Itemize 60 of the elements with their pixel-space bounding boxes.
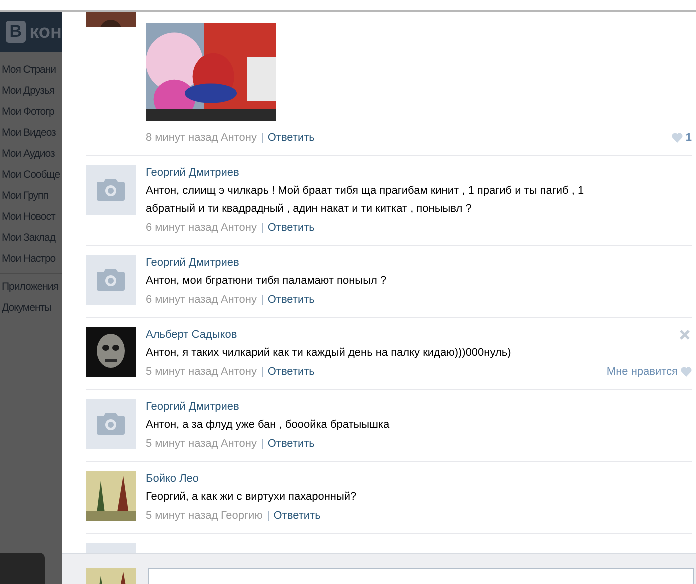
camera-icon	[97, 269, 125, 291]
comment-text: Антон, я таких чилкарий как ти каждый день на палку кидаю)))000нуль)	[146, 346, 512, 361]
separator: |	[260, 221, 264, 236]
heart-icon[interactable]	[672, 133, 683, 143]
comment-text: Георгий, а как жи с виртухи пахаронный?	[146, 490, 358, 505]
sidebar-item[interactable]: Приложения	[0, 277, 62, 298]
comment-text: Антон, слиищ э чилкарь ! Мой браат тибя ща прагибам кинит , 1 прагиб и ты пагиб , 1 абратный и ти квадрадный , адин накат и ти киткат , поныывл ?	[146, 184, 586, 217]
logo-text: кон	[30, 22, 62, 42]
reply-link[interactable]: Ответить	[268, 129, 315, 147]
author-link[interactable]: Альберт Садыков	[146, 327, 692, 344]
author-link[interactable]: Бойко Лео	[146, 471, 692, 488]
sidebar-item[interactable]: Мои Настро	[0, 249, 62, 270]
avatar-placeholder[interactable]	[86, 165, 136, 215]
like-link[interactable]: Мне нравится	[606, 363, 678, 381]
sidebar-item[interactable]: Мои Аудиоз	[0, 144, 62, 165]
sidebar-item[interactable]: Мои Сообще	[0, 165, 62, 186]
comment-time: 6 минут назад	[146, 293, 218, 308]
avatar-placeholder[interactable]	[86, 399, 136, 449]
separator: |	[260, 131, 264, 146]
reply-link[interactable]: Ответить	[268, 291, 315, 309]
author-link[interactable]: Георгий Дмитриев	[146, 165, 692, 182]
reply-to-name: Антону	[220, 293, 257, 308]
sidebar-item[interactable]: Документы	[0, 298, 62, 319]
close-icon[interactable]	[680, 330, 690, 340]
sidebar-item[interactable]: Моя Страни	[0, 60, 62, 81]
reply-to-name: Георгию	[220, 509, 263, 524]
reply-link[interactable]: Ответить	[268, 219, 315, 237]
comment-text: Антон, а за флуд уже бан , бооойка братыышка	[146, 418, 391, 433]
camera-icon	[97, 179, 125, 201]
author-link[interactable]: Георгий Дмитриев	[146, 255, 692, 272]
comment-time: 5 минут назад	[146, 365, 218, 380]
separator: |	[260, 437, 264, 452]
logo-icon[interactable]: В	[6, 21, 26, 43]
panel	[0, 553, 45, 584]
heart-icon[interactable]	[681, 367, 692, 377]
like-count: 1	[686, 131, 692, 146]
separator: |	[260, 365, 264, 380]
reply-link[interactable]: Ответить	[268, 363, 315, 381]
reply-link[interactable]: Ответить	[268, 435, 315, 453]
reply-to-name: Антону	[220, 365, 257, 380]
sidebar-item[interactable]: Мои Видеоз	[0, 123, 62, 144]
separator: |	[266, 509, 270, 524]
sidebar-item[interactable]: Мои Новост	[0, 207, 62, 228]
sidebar-item[interactable]: Мои Заклад	[0, 228, 62, 249]
reply-to-name: Антону	[220, 437, 257, 452]
comment-time: 8 минут назад	[146, 131, 218, 146]
separator: |	[260, 293, 264, 308]
avatar-placeholder[interactable]	[86, 255, 136, 305]
comment-time: 6 минут назад	[146, 221, 218, 236]
reply-to-name: Антону	[220, 221, 257, 236]
sidebar-item[interactable]: Мои Групп	[0, 186, 62, 207]
reply-to-name: Антону	[220, 131, 257, 146]
comment-time: 5 минут назад	[146, 437, 218, 452]
comment-text: Антон, мои бгратюни тибя паламают поныыл ?	[146, 274, 388, 289]
reply-link[interactable]: Ответить	[274, 507, 321, 525]
camera-icon	[97, 413, 125, 435]
author-link[interactable]: Георгий Дмитриев	[146, 399, 692, 416]
sidebar-item[interactable]: Мои Фотогр	[0, 102, 62, 123]
comment-time: 5 минут назад	[146, 509, 218, 524]
sidebar-item[interactable]: Мои Друзья	[0, 81, 62, 102]
